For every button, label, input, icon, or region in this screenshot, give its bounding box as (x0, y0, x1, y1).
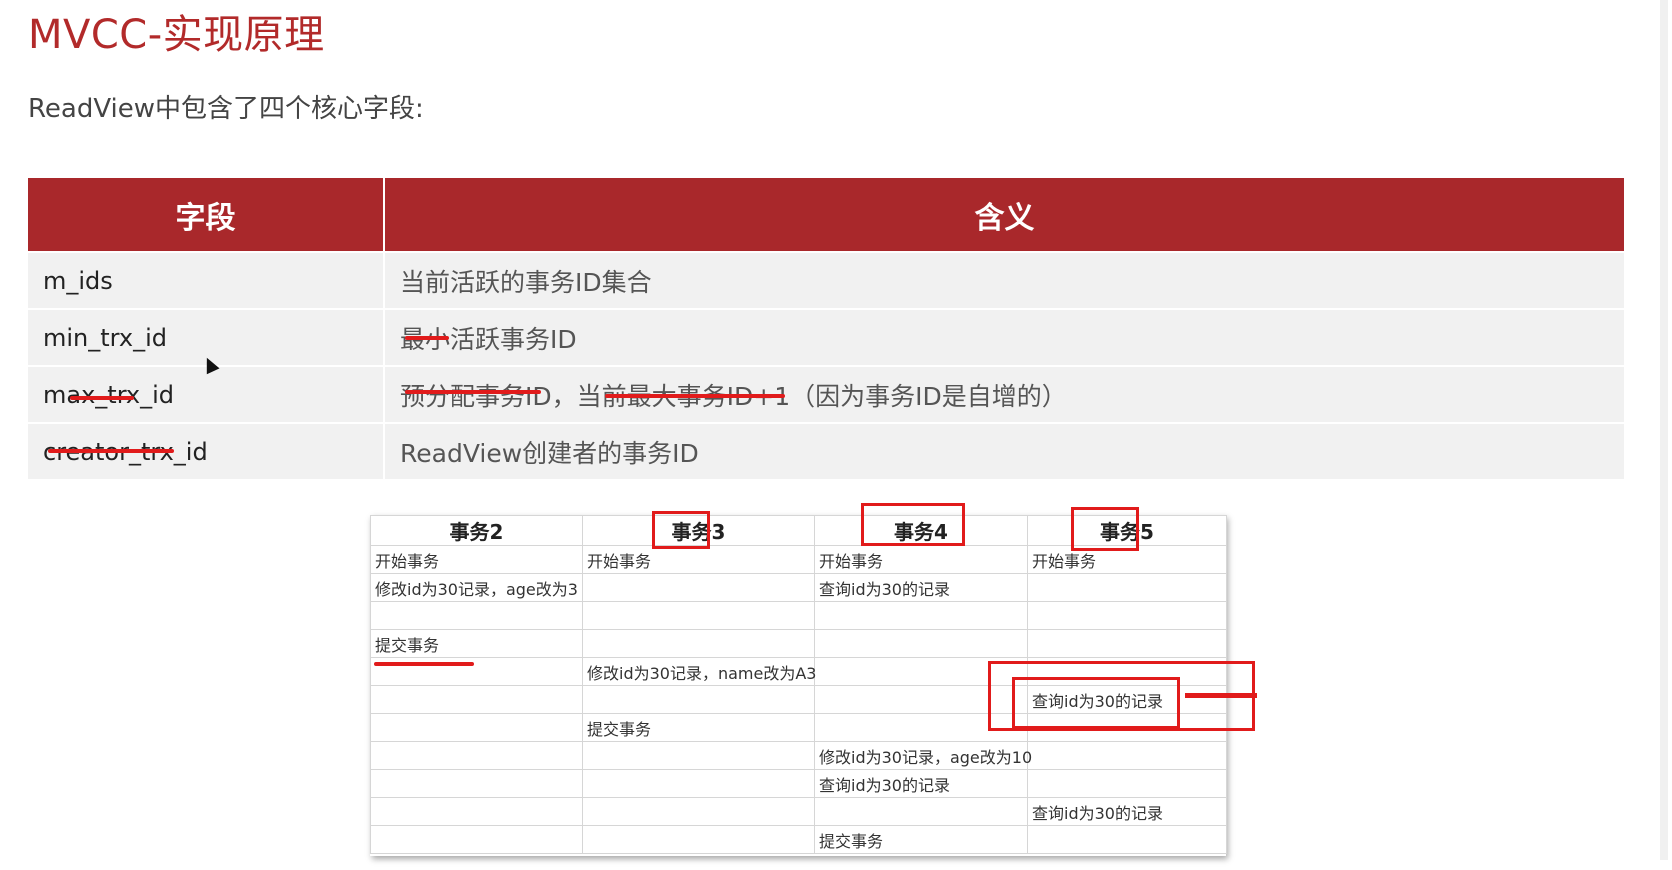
tx-cell (582, 825, 815, 854)
underline-commit-tx2 (374, 662, 474, 666)
highlight-arrow-line (1185, 693, 1257, 698)
highlight-box-tx4 (861, 503, 965, 546)
tx-cell (582, 685, 815, 714)
tx-cell: 修改id为30记录，age改为10 (814, 741, 1032, 770)
field-name: m_ids (28, 251, 385, 309)
underline-max-trx (70, 396, 134, 400)
tx-cell: 查询id为30的记录 (1027, 797, 1227, 826)
tx-cell (370, 685, 583, 714)
field-meaning: 最小活跃事务ID (384, 308, 1624, 366)
page-title: MVCC-实现原理 (28, 12, 325, 58)
tx-cell (1027, 825, 1227, 854)
field-row: m_ids 当前活跃的事务ID集合 (28, 251, 1624, 309)
tx-row: 修改id为30记录，age改为3 查询id为30的记录 (370, 573, 1227, 602)
page-subtitle: ReadView中包含了四个核心字段: (28, 94, 424, 124)
field-row: creator_trx_id ReadView创建者的事务ID (28, 422, 1624, 479)
tx-row: 查询id为30的记录 (370, 769, 1227, 798)
tx-header-2: 事务2 (370, 515, 583, 546)
tx-cell (370, 601, 583, 630)
tx-cell (370, 713, 583, 742)
header-field: 字段 (28, 178, 385, 252)
tx-cell (1027, 573, 1227, 602)
underline-prealloc (405, 390, 541, 394)
tx-cell (1027, 629, 1227, 658)
header-meaning: 含义 (384, 178, 1624, 252)
tx-cell (582, 741, 815, 770)
tx-cell: 开始事务 (582, 545, 815, 574)
tx-cell: 提交事务 (814, 825, 1028, 854)
tx-cell (582, 629, 815, 658)
highlight-box-tx3 (652, 511, 710, 549)
tx-cell (1027, 601, 1227, 630)
tx-cell (1027, 741, 1227, 770)
tx-cell (1027, 769, 1227, 798)
tx-row: 提交事务 (370, 825, 1227, 854)
tx-cell (582, 573, 815, 602)
underline-creator (48, 449, 174, 453)
tx-cell: 提交事务 (370, 629, 583, 658)
tx-cell (814, 797, 1028, 826)
underline-min (405, 336, 449, 340)
field-meaning: 当前活跃的事务ID集合 (384, 251, 1624, 309)
tx-cell: 查询id为30的记录 (814, 573, 1028, 602)
field-row: min_trx_id 最小活跃事务ID (28, 308, 1624, 366)
vertical-scrollbar[interactable] (1660, 0, 1668, 860)
tx-cell (582, 601, 815, 630)
field-row: max_trx_id 预分配事务ID，当前最大事务ID+1（因为事务ID是自增的） (28, 365, 1624, 423)
highlight-box-query-inner (1012, 677, 1180, 729)
tx-cell: 修改id为30记录，name改为A3 (582, 657, 816, 686)
tx-cell (582, 769, 815, 798)
tx-cell (370, 825, 583, 854)
tx-cell: 查询id为30的记录 (814, 769, 1028, 798)
field-meaning: 预分配事务ID，当前最大事务ID+1（因为事务ID是自增的） (384, 365, 1624, 423)
highlight-box-tx5 (1071, 507, 1139, 551)
readview-fields-table: 字段 含义 m_ids 当前活跃的事务ID集合 min_trx_id 最小活跃事务ID… (28, 178, 1624, 479)
tx-row: 提交事务 (370, 629, 1227, 658)
field-meaning: ReadView创建者的事务ID (384, 422, 1624, 479)
tx-cell: 修改id为30记录，age改为3 (370, 573, 583, 602)
tx-cell: 开始事务 (370, 545, 583, 574)
tx-cell (370, 769, 583, 798)
tx-row: 查询id为30的记录 (370, 797, 1227, 826)
tx-cell (582, 797, 815, 826)
tx-row: 修改id为30记录，age改为10 (370, 741, 1227, 770)
tx-cell (814, 601, 1028, 630)
tx-cell: 提交事务 (582, 713, 815, 742)
tx-cell: 开始事务 (814, 545, 1028, 574)
tx-row (370, 601, 1227, 630)
tx-cell (814, 629, 1028, 658)
underline-max-id (605, 394, 785, 398)
tx-cell (370, 741, 583, 770)
tx-cell (370, 797, 583, 826)
